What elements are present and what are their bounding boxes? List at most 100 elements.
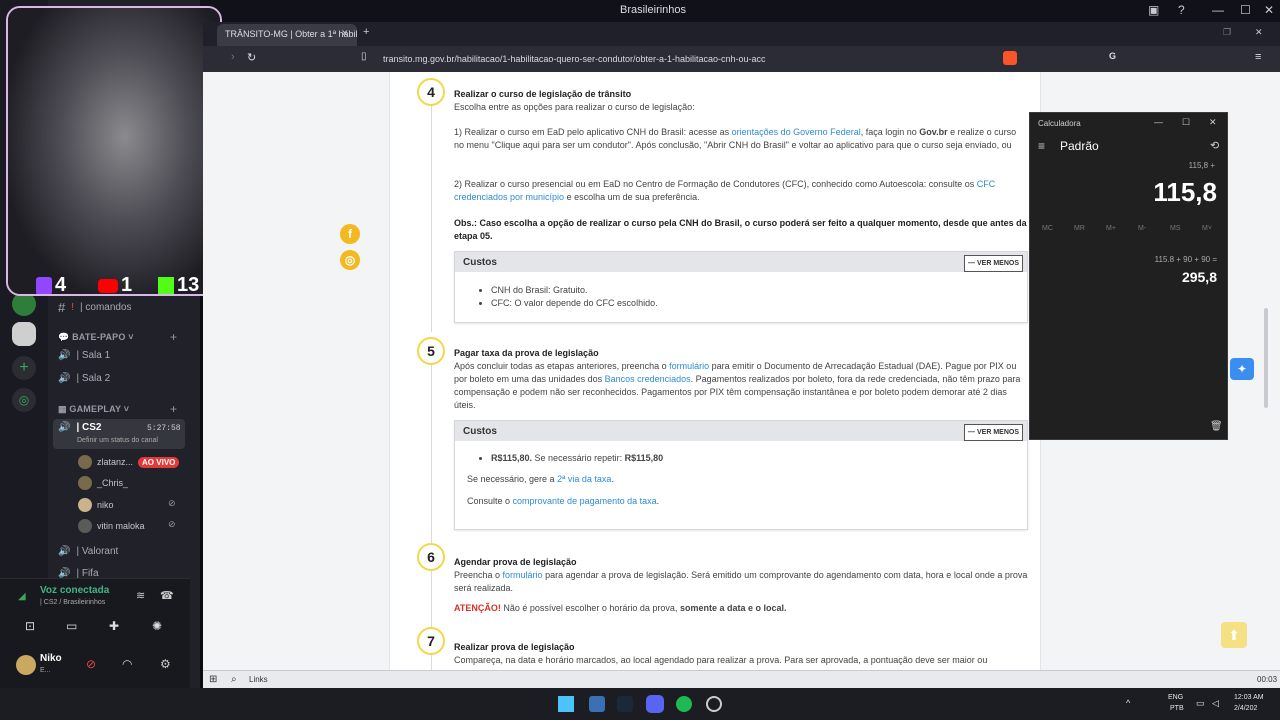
- channel-valorant[interactable]: 🔊 | Valorant: [58, 546, 118, 557]
- close-icon[interactable]: ✕: [1264, 3, 1274, 17]
- voice-user[interactable]: vitin maloka: [78, 519, 145, 533]
- mem-subtract-button[interactable]: M-: [1138, 225, 1146, 232]
- clock-time[interactable]: 12:03 AM: [1234, 694, 1264, 701]
- disconnect-icon[interactable]: ☎: [160, 589, 174, 602]
- voice-user[interactable]: niko: [78, 498, 114, 512]
- twitch-icon: [36, 276, 52, 294]
- channel-sala1[interactable]: 🔊 | Sala 1: [58, 350, 110, 361]
- browser-tab[interactable]: TRÂNSITO-MG | Obter a 1ª habil: [217, 24, 357, 46]
- text: Se necessário, gere a: [467, 474, 558, 484]
- headphone-icon[interactable]: ◠: [122, 657, 132, 671]
- settings-icon[interactable]: ⚙: [160, 657, 171, 671]
- mem-recall-button[interactable]: MR: [1074, 225, 1085, 232]
- link-orientacoes[interactable]: orientações do Governo Federal: [732, 127, 861, 137]
- minimize-icon[interactable]: —: [1154, 117, 1163, 127]
- search-icon[interactable]: ⌕: [231, 674, 237, 685]
- volume-icon[interactable]: ◁: [1212, 698, 1219, 709]
- windows-icon[interactable]: ⊞: [209, 674, 217, 685]
- screen-share-icon[interactable]: ▭: [66, 619, 77, 633]
- maximize-icon[interactable]: ☐: [1182, 117, 1190, 128]
- explore-icon[interactable]: ◎: [12, 388, 36, 412]
- brave-shield-icon[interactable]: [1003, 51, 1017, 65]
- back-to-top-button[interactable]: ⬆: [1221, 622, 1247, 648]
- inner-clock: 00:03: [1257, 675, 1278, 684]
- clock-date[interactable]: 2/4/202: [1234, 705, 1257, 712]
- text: Não é possível escolher o horário da pro…: [500, 603, 680, 613]
- start-icon[interactable]: [558, 696, 574, 712]
- channel-cs2[interactable]: 🔊 | CS2: [58, 422, 101, 433]
- webcam-feed: [8, 8, 220, 294]
- noise-suppression-icon[interactable]: ≋: [136, 589, 145, 602]
- link-formulario[interactable]: formulário: [669, 361, 709, 371]
- close-browser-icon[interactable]: ✕: [1255, 27, 1263, 38]
- hamburger-icon[interactable]: ≡: [1038, 139, 1045, 153]
- server-icon[interactable]: [12, 322, 36, 346]
- reload-icon[interactable]: ↻: [247, 51, 256, 64]
- channel-status[interactable]: Definir um status do canal: [77, 437, 158, 444]
- mem-add-button[interactable]: M+: [1106, 225, 1116, 232]
- category-gameplay[interactable]: ▦ GAMEPLAY ˅: [58, 404, 129, 415]
- spotify-icon[interactable]: [676, 696, 692, 712]
- link-formulario[interactable]: formulário: [503, 570, 543, 580]
- minimize-icon[interactable]: —: [1212, 3, 1224, 17]
- channel-sala2[interactable]: 🔊 | Sala 2: [58, 373, 110, 384]
- text: Após concluir todas as etapas anteriores…: [454, 361, 670, 371]
- discord-icon[interactable]: [646, 695, 664, 713]
- link-bancos[interactable]: Bancos credenciados: [605, 374, 691, 384]
- translate-icon[interactable]: ✦: [1230, 358, 1254, 380]
- mic-muted-icon[interactable]: ⊘: [86, 657, 96, 671]
- menu-icon[interactable]: ≡: [1255, 51, 1261, 63]
- camera-off-icon[interactable]: ⊡: [25, 619, 35, 633]
- voice-channel[interactable]: | CS2 / Brasileirinhos: [40, 599, 105, 606]
- chevron-up-icon[interactable]: ^: [1126, 698, 1130, 708]
- forward-icon[interactable]: ›: [231, 51, 235, 63]
- add-server-icon[interactable]: +: [12, 356, 36, 380]
- links-label[interactable]: Links: [249, 675, 268, 684]
- picture-icon[interactable]: ▣: [1148, 3, 1159, 17]
- obs-icon[interactable]: [706, 696, 722, 712]
- url-field[interactable]: transito.mg.gov.br/habilitacao/1-habilit…: [375, 50, 1015, 68]
- instagram-icon[interactable]: ◎: [340, 250, 360, 270]
- avatar: [78, 476, 92, 490]
- activities-icon[interactable]: ✚: [109, 619, 119, 633]
- text: Consulte o: [467, 496, 513, 506]
- step-title: Realizar prova de legislação: [454, 642, 575, 652]
- ver-menos-button[interactable]: — VER MENOS: [964, 424, 1023, 441]
- link-2a-via[interactable]: 2ª via da taxa: [557, 474, 611, 484]
- add-channel-icon[interactable]: +: [170, 330, 177, 344]
- close-icon[interactable]: ✕: [1209, 117, 1217, 128]
- language[interactable]: ENG: [1168, 694, 1183, 701]
- new-tab-icon[interactable]: +: [363, 26, 369, 38]
- voice-user[interactable]: _Chris_: [78, 476, 128, 490]
- maximize-icon[interactable]: ☐: [1240, 3, 1251, 17]
- restore-icon[interactable]: ❐: [1223, 27, 1231, 38]
- link-comprovante[interactable]: comprovante de pagamento da taxa: [513, 496, 657, 506]
- network-icon[interactable]: ▭: [1196, 698, 1205, 709]
- add-channel-icon[interactable]: +: [170, 402, 177, 416]
- steam-icon[interactable]: [617, 696, 633, 712]
- history-icon[interactable]: ⟲: [1210, 139, 1219, 152]
- channel-comandos[interactable]: # ! | comandos: [58, 300, 132, 315]
- soundboard-icon[interactable]: ✺: [152, 619, 162, 633]
- scrollbar[interactable]: [1264, 308, 1268, 408]
- history-result[interactable]: 295,8: [1182, 269, 1217, 285]
- mem-clear-button[interactable]: MC: [1042, 225, 1053, 232]
- signal-icon[interactable]: ◢: [18, 591, 26, 602]
- app-icon[interactable]: [589, 696, 605, 712]
- ver-menos-label: VER MENOS: [976, 260, 1019, 267]
- facebook-icon[interactable]: f: [340, 224, 360, 244]
- help-icon[interactable]: ?: [1178, 3, 1185, 17]
- avatar[interactable]: [16, 655, 36, 675]
- google-icon[interactable]: G: [1109, 51, 1116, 61]
- trash-icon[interactable]: 🗑: [1210, 421, 1223, 432]
- keyboard-layout[interactable]: PTB: [1170, 705, 1184, 712]
- voice-user[interactable]: zlatanz... AO VIVO: [78, 455, 180, 469]
- close-tab-icon[interactable]: ✕: [341, 28, 349, 39]
- history-expression[interactable]: 115.8 + 90 + 90 =: [1155, 255, 1217, 264]
- mem-store-button[interactable]: MS: [1170, 225, 1181, 232]
- ver-menos-button[interactable]: — VER MENOS: [964, 255, 1023, 272]
- category-batepapo[interactable]: 💬 BATE-PAPO ˅: [58, 332, 134, 343]
- bookmark-icon[interactable]: ▯: [361, 51, 367, 62]
- mem-list-button[interactable]: M˅: [1202, 225, 1212, 232]
- speaker-icon: 🔊: [58, 546, 71, 557]
